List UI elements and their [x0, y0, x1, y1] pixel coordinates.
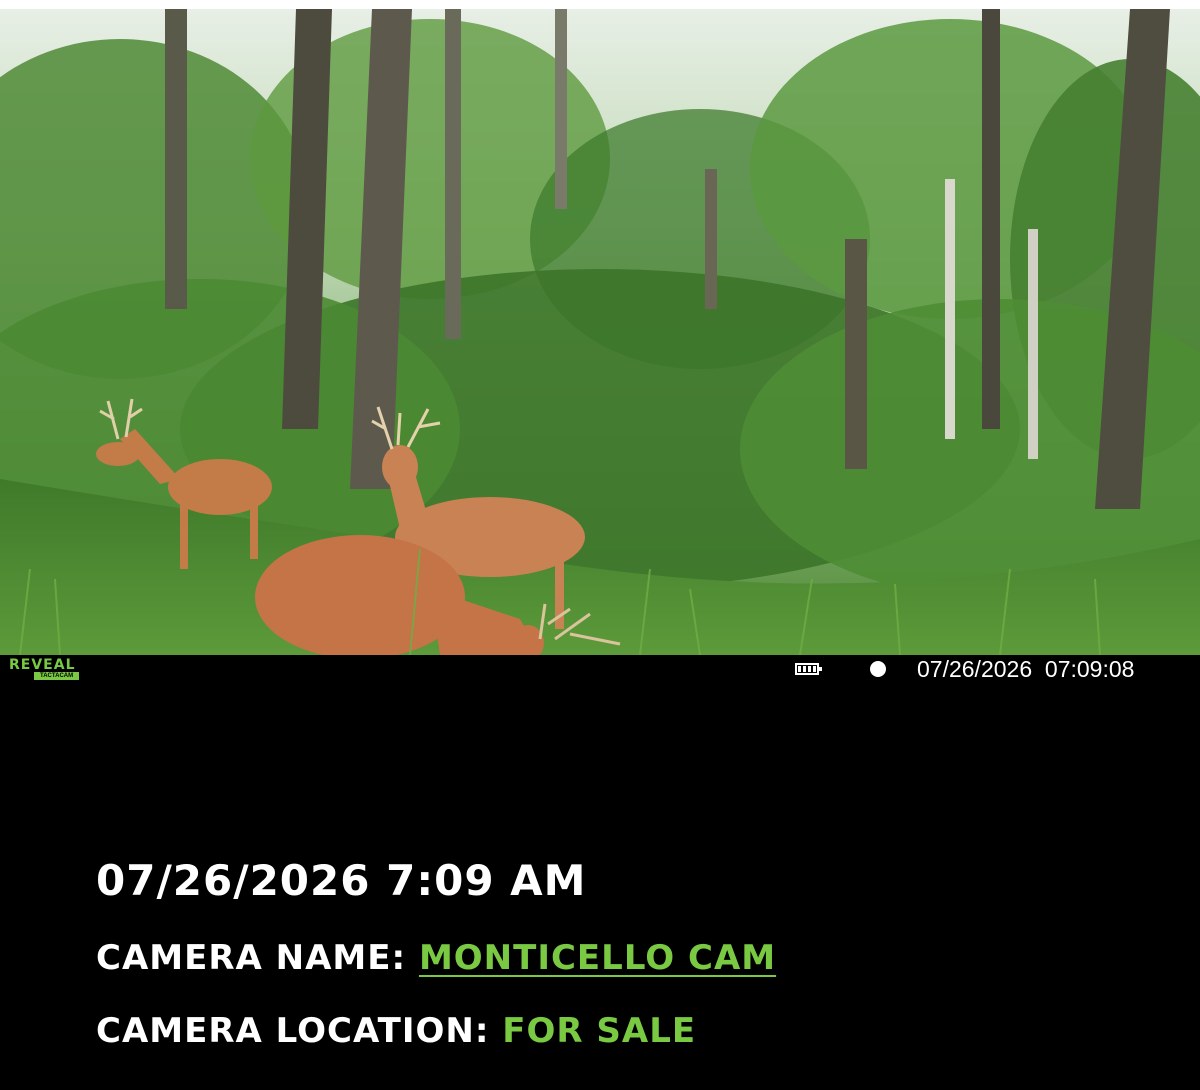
brand-subtitle: TACTACAM [34, 672, 80, 680]
battery-icon [795, 663, 822, 675]
photo-date: 07/26/2026 [917, 656, 1033, 682]
reveal-logo: REVEAL TACTACAM [6, 657, 102, 681]
camera-location-value: FOR SALE [502, 1011, 697, 1051]
top-border [0, 0, 1200, 9]
forest-deer-scene [0, 9, 1200, 655]
camera-name-label: CAMERA NAME: [96, 938, 407, 978]
camera-location-row: CAMERA LOCATION: FOR SALE [96, 1011, 696, 1051]
photo-timestamp: 07/26/2026 07:09:08 [917, 656, 1134, 683]
camera-name-link[interactable]: MONTICELLO CAM [419, 938, 776, 978]
trail-camera-photo[interactable] [0, 9, 1200, 655]
photo-time: 07:09:08 [1044, 656, 1135, 682]
capture-datetime: 07/26/2026 7:09 AM [96, 856, 587, 905]
camera-info-strip: REVEAL TACTACAM 07/26/2026 07:09:08 [0, 655, 1200, 683]
brand-name: REVEAL [9, 657, 76, 673]
record-dot-icon [870, 661, 886, 677]
camera-name-row: CAMERA NAME: MONTICELLO CAM [96, 938, 776, 978]
camera-location-label: CAMERA LOCATION: [96, 1011, 490, 1051]
